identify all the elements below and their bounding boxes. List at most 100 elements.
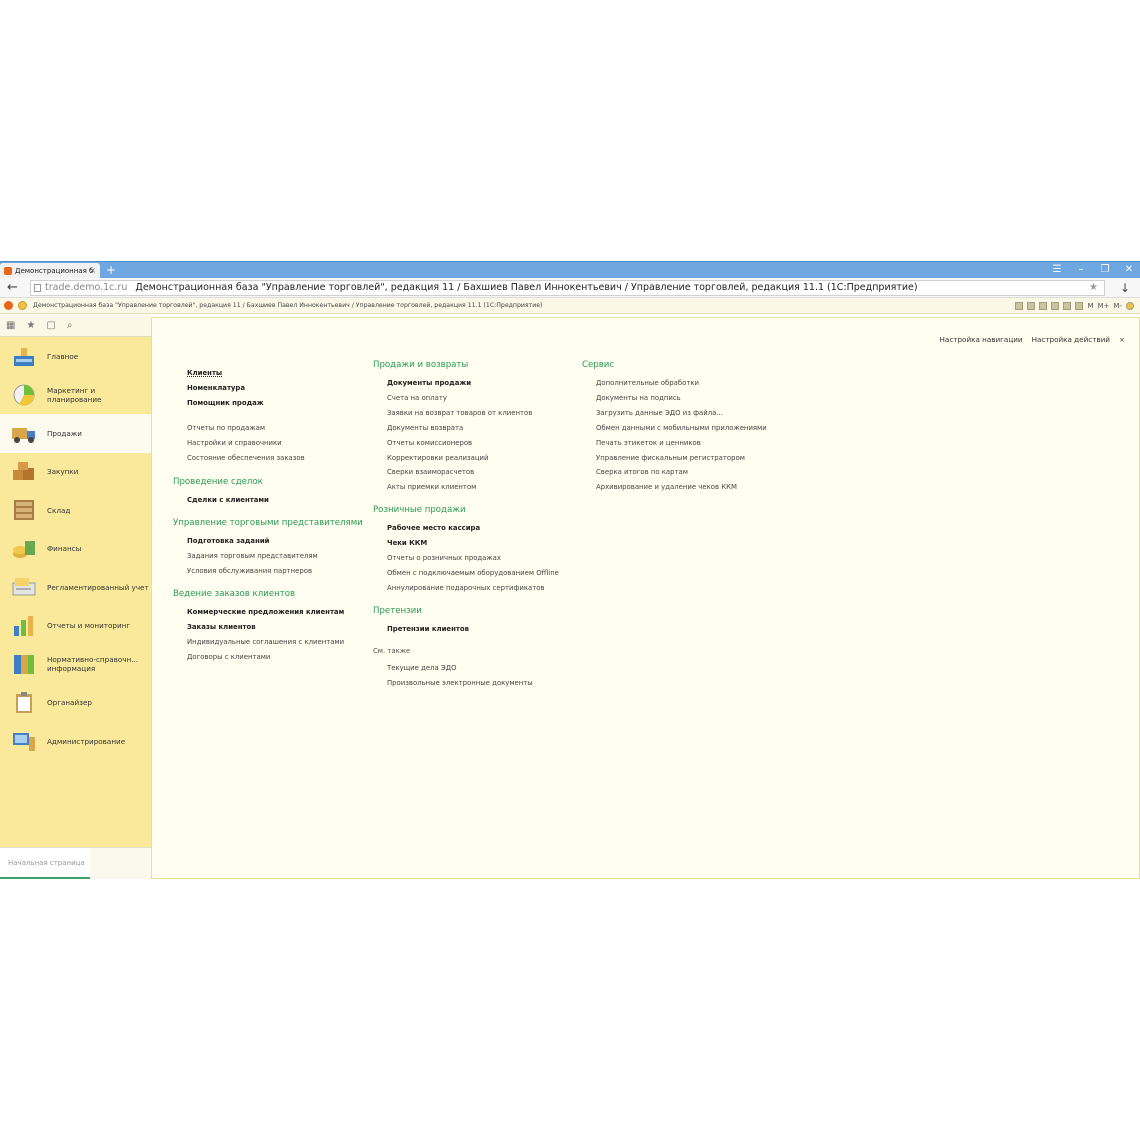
link-return-requests[interactable]: Заявки на возврат товаров от клиентов (373, 406, 559, 421)
link-client-claims[interactable]: Претензии клиентов (373, 622, 559, 637)
link-cashier-workplace[interactable]: Рабочее место кассира (373, 521, 559, 536)
link-clients[interactable]: Клиенты (173, 366, 363, 381)
link-archive-kkm-receipts[interactable]: Архивирование и удаление чеков ККМ (582, 480, 767, 495)
link-documents-to-sign[interactable]: Документы на подпись (582, 391, 767, 406)
link-commercial-offers[interactable]: Коммерческие предложения клиентам (173, 605, 363, 620)
link-individual-agreements[interactable]: Индивидуальные соглашения с клиентами (173, 635, 363, 650)
back-arrow-icon[interactable]: ← (7, 280, 21, 296)
link-arbitrary-edocs[interactable]: Произвольные электронные документы (373, 676, 559, 691)
sales-truck-icon (12, 428, 35, 443)
link-card-totals-reconciliation[interactable]: Сверка итогов по картам (582, 465, 767, 480)
content-column-2: Продажи и возвраты Документы продажи Сче… (373, 360, 559, 691)
url-field[interactable]: trade.demo.1c.ru Демонстрационная база "… (30, 280, 1105, 296)
link-fiscal-registrar[interactable]: Управление фискальным регистратором (582, 451, 767, 466)
sidebar-item-finance[interactable]: Финансы (0, 530, 151, 569)
link-invoices[interactable]: Счета на оплату (373, 391, 559, 406)
sidebar-item-label: Органайзер (47, 698, 92, 708)
start-page-tab[interactable]: Начальная страница (0, 848, 90, 879)
link-order-supply-status[interactable]: Состояние обеспечения заказов (173, 451, 363, 466)
sidebar-item-purchases[interactable]: Закупки (0, 453, 151, 492)
sidebar-item-main[interactable]: Главное (0, 337, 151, 376)
sidebar-item-organizer[interactable]: Органайзер (0, 684, 151, 723)
sidebar-item-admin[interactable]: Администрирование (0, 722, 151, 761)
sidebar-item-label: Нормативно-справочн... информация (47, 655, 139, 674)
sidebar-item-reports[interactable]: Отчеты и мониторинг (0, 607, 151, 646)
sidebar-item-warehouse[interactable]: Склад (0, 491, 151, 530)
sidebar-item-sales[interactable]: Продажи (0, 414, 151, 453)
memory-minus-button[interactable]: M- (1113, 300, 1122, 312)
link-nomenclature[interactable]: Номенклатура (173, 381, 363, 396)
url-domain: trade.demo.1c.ru (45, 282, 128, 293)
sidebar-item-accounting[interactable]: Регламентированный учет (0, 568, 151, 607)
section-title-retail: Розничные продажи (373, 505, 466, 516)
link-load-edo-from-file[interactable]: Загрузить данные ЭДО из файла... (582, 406, 767, 421)
section-title-claims: Претензии (373, 605, 422, 616)
favorites-star-icon[interactable]: ★ (26, 315, 35, 336)
tab-close-icon[interactable]: × (89, 263, 96, 279)
link-prepare-tasks[interactable]: Подготовка заданий (173, 534, 363, 549)
sidebar-item-label: Склад (47, 505, 71, 515)
link-sales-reports[interactable]: Отчеты по продажам (173, 421, 363, 436)
sidebar-item-marketing[interactable]: Маркетинг и планирование (0, 376, 151, 415)
link-client-deals[interactable]: Сделки с клиентами (173, 493, 363, 508)
bookmark-star-icon[interactable]: ★ (1089, 281, 1098, 295)
admin-computer-icon (13, 733, 35, 751)
link-return-documents[interactable]: Документы возврата (373, 421, 559, 436)
memory-plus-button[interactable]: M+ (1098, 300, 1110, 312)
apps-grid-icon[interactable]: ▦ (6, 315, 15, 336)
see-also-label: См. также (373, 646, 411, 655)
link-sales-adjustments[interactable]: Корректировки реализаций (373, 451, 559, 466)
link-gift-certificate-cancellation[interactable]: Аннулирование подарочных сертификатов (373, 581, 559, 596)
browser-menu-icon[interactable]: ☰ (1050, 262, 1064, 278)
link-partner-service-terms[interactable]: Условия обслуживания партнеров (173, 564, 363, 579)
search-icon[interactable]: ⌕ (67, 315, 73, 336)
link-kkm-receipts[interactable]: Чеки ККМ (373, 536, 559, 551)
sidebar-item-label: Отчеты и мониторинг (47, 621, 131, 631)
link-additional-processing[interactable]: Дополнительные обработки (582, 376, 767, 391)
warehouse-icon (14, 500, 34, 520)
new-tab-button[interactable]: + (104, 262, 118, 278)
app-title: Демонстрационная база "Управление торгов… (33, 302, 543, 309)
link-sales-documents[interactable]: Документы продажи (373, 376, 559, 391)
close-window-icon[interactable]: ✕ (1122, 262, 1136, 278)
navigation-settings-link[interactable]: Настройка навигации (940, 335, 1023, 344)
link-retail-reports[interactable]: Отчеты о розничных продажах (373, 551, 559, 566)
sidebar-item-reference[interactable]: Нормативно-справочн... информация (0, 645, 151, 684)
action-settings-link[interactable]: Настройка действий (1032, 335, 1110, 344)
copy-icon[interactable] (1051, 302, 1060, 310)
link-commission-reports[interactable]: Отчеты комиссионеров (373, 436, 559, 451)
browser-tab[interactable]: Демонстрационная б × (0, 263, 100, 279)
close-section-icon[interactable]: × (1119, 335, 1125, 344)
link-settlement-reconciliations[interactable]: Сверки взаиморасчетов (373, 465, 559, 480)
link-print-labels[interactable]: Печать этикеток и ценников (582, 436, 767, 451)
window-controls: ☰ – ❐ ✕ (1050, 262, 1136, 278)
memory-m-button[interactable]: M (1087, 300, 1093, 312)
link-client-contracts[interactable]: Договоры с клиентами (173, 650, 363, 665)
link-client-orders[interactable]: Заказы клиентов (173, 620, 363, 635)
link-icon[interactable] (1039, 302, 1048, 310)
browser-tab-bar: Демонстрационная б × + ☰ – ❐ ✕ (0, 261, 1140, 279)
link-acceptance-acts[interactable]: Акты приемки клиентом (373, 480, 559, 495)
link-sales-assistant[interactable]: Помощник продаж (173, 396, 363, 411)
link-sales-rep-tasks[interactable]: Задания торговым представителям (173, 549, 363, 564)
info-icon[interactable] (1126, 302, 1134, 310)
link-offline-equipment-exchange[interactable]: Обмен с подключаемым оборудованием Offli… (373, 566, 559, 581)
link-current-edo-tasks[interactable]: Текущие дела ЭДО (373, 661, 559, 676)
content-toolbar: Настройка навигации Настройка действий × (940, 335, 1125, 344)
print-icon[interactable] (1027, 302, 1036, 310)
address-bar: ← trade.demo.1c.ru Демонстрационная база… (0, 278, 1140, 298)
minimize-icon[interactable]: – (1074, 262, 1088, 278)
sidebar-item-label: Регламентированный учет (47, 582, 149, 592)
maximize-icon[interactable]: ❐ (1098, 262, 1112, 278)
save-icon[interactable] (1015, 302, 1024, 310)
section-title-deals: Проведение сделок (173, 477, 263, 488)
link-mobile-app-exchange[interactable]: Обмен данными с мобильными приложениями (582, 421, 767, 436)
link-settings-and-catalogs[interactable]: Настройки и справочники (173, 436, 363, 451)
download-icon[interactable]: ↓ (1120, 280, 1130, 296)
main-menu-icon[interactable] (18, 301, 27, 310)
history-icon[interactable]: ▢ (46, 315, 55, 336)
calculator-icon[interactable] (1075, 302, 1084, 310)
calendar-icon[interactable] (1063, 302, 1072, 310)
open-windows-bar: Начальная страница (0, 847, 151, 879)
app-toolbar: M M+ M- (1015, 300, 1134, 312)
